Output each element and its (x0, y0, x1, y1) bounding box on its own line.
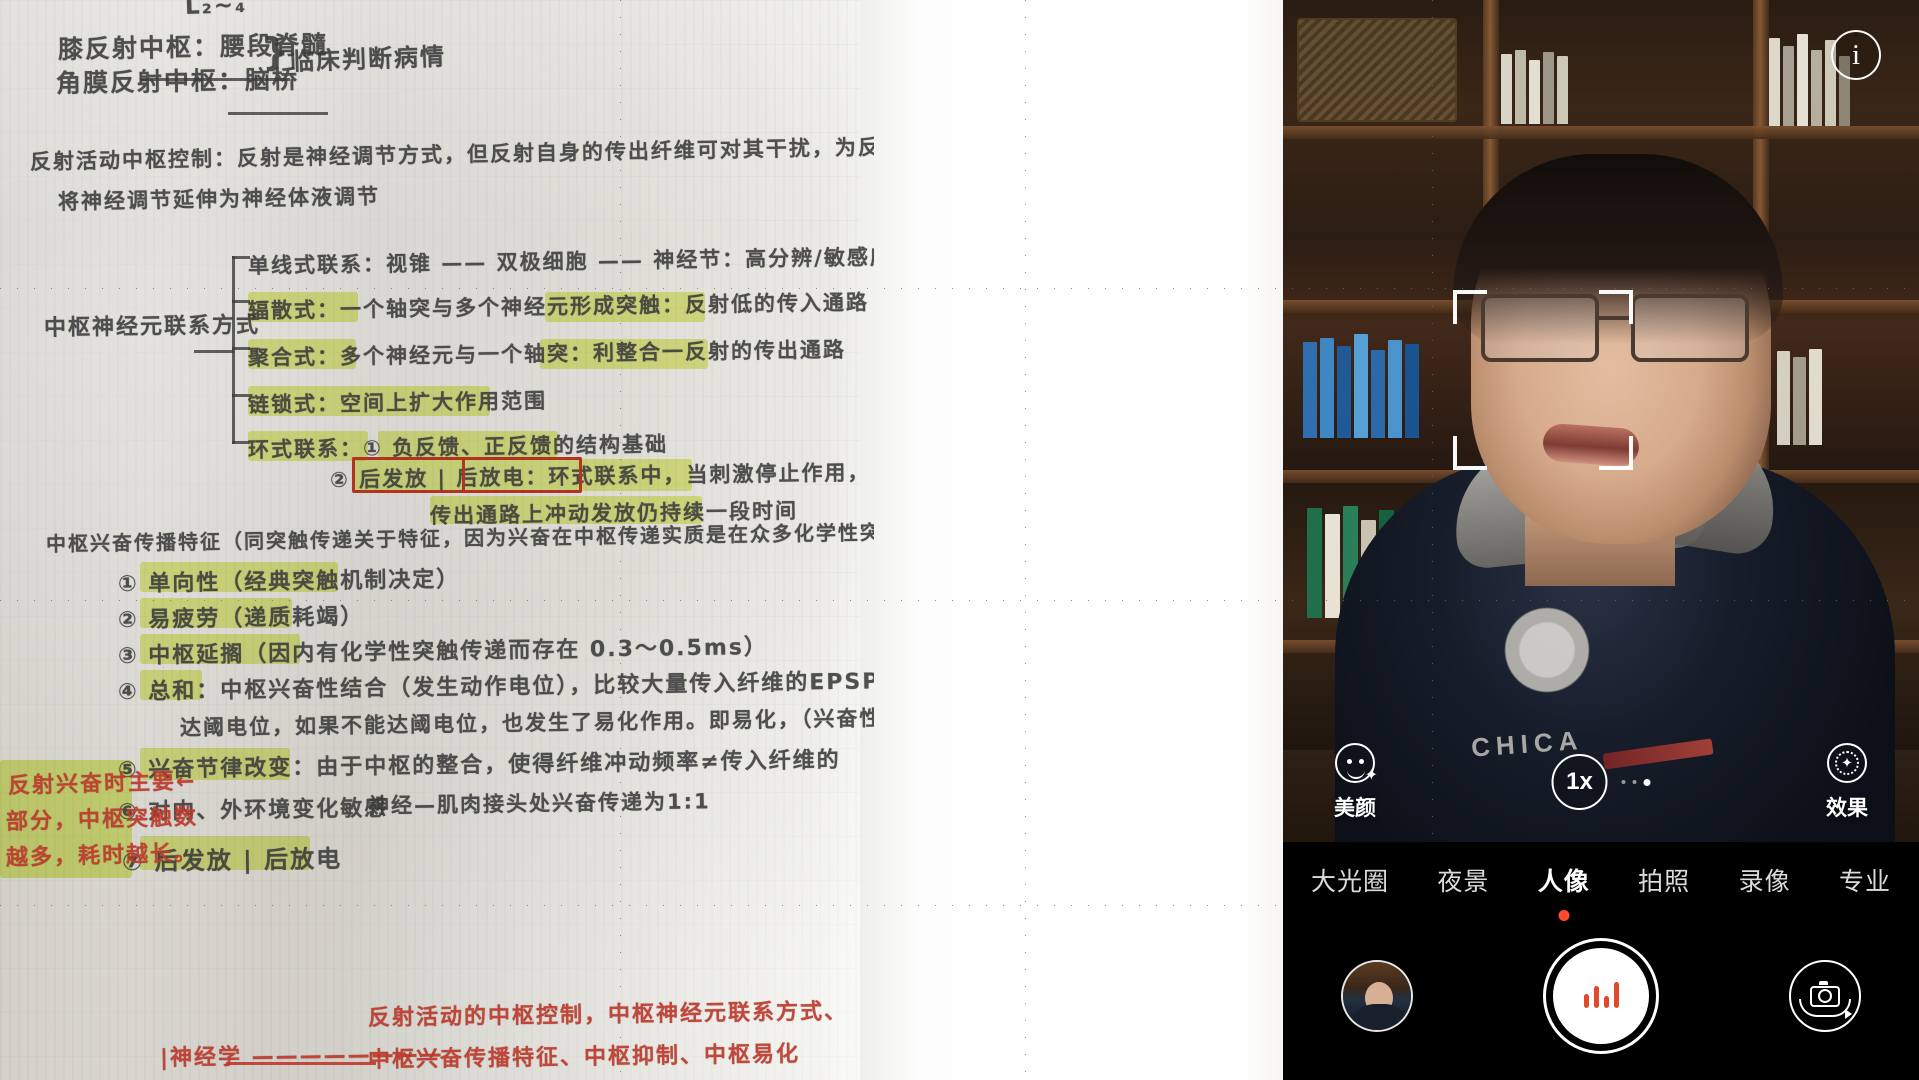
shutter-row (1283, 926, 1919, 1066)
handwriting-line: 临床判断病情 (289, 42, 447, 76)
handwriting-line: 反射活动中枢控制：反射是神经调节方式，但反射自身的传出纤维可对其干扰，为反映 (29, 134, 874, 174)
book-row (1501, 46, 1568, 124)
mode-tab[interactable]: 夜景 (1435, 856, 1491, 904)
handwriting-line: 反射活动的中枢控制，中枢神经元联系方式、 (367, 999, 849, 1031)
handwriting-line: 反射兴奋时主要← (7, 769, 197, 799)
mode-tab[interactable]: 人像 (1536, 856, 1592, 904)
overexposed-paper-area (860, 0, 1290, 1080)
beauty-label: 美颜 (1334, 796, 1376, 820)
handwriting-line: } (261, 29, 292, 74)
ink-rule (226, 1062, 376, 1065)
ink-rule (194, 350, 234, 353)
handwriting-line: L₂~₄ (184, 0, 248, 20)
quick-controls-row: ✦ 美颜 1x 效果 (1283, 722, 1919, 842)
effects-sparkle-icon (1827, 742, 1867, 783)
ink-rule (232, 441, 250, 444)
gallery-thumbnail-button[interactable] (1341, 960, 1413, 1032)
ink-rule (228, 112, 328, 115)
beauty-face-icon: ✦ (1335, 742, 1378, 783)
mode-tab[interactable]: 录像 (1737, 856, 1793, 904)
shutter-bar (1593, 986, 1599, 1008)
handwriting-line: |神经学 ———————— (159, 1042, 444, 1071)
mode-tab[interactable]: 拍照 (1636, 856, 1692, 904)
red-annotation-box (352, 457, 582, 493)
handwriting-line: 链锁式：空间上扩大作用范围 (247, 388, 548, 417)
zoom-level-button[interactable]: 1x (1551, 754, 1608, 810)
zoom-control[interactable]: 1x (1551, 754, 1651, 810)
flip-camera-button[interactable] (1789, 960, 1861, 1032)
handwriting-line: 单线式联系：视锥 —— 双极细胞 —— 神经节：高分辨/敏感度高 (247, 244, 874, 278)
handwriting-line: 神经—肌肉接头处兴奋传递为1:1 (367, 789, 711, 818)
handwriting-line: 部分，中枢突触数 (5, 804, 199, 835)
handwriting-line: 中枢神经元联系方式 (43, 312, 261, 341)
handwriting-line: ④ 总和：中枢兴奋性结合（发生动作电位），比较大量传入纤维的EPSP总和 (117, 668, 874, 705)
handwriting-line: 达阈电位，如果不能达阈电位，也发生了易化作用。即易化，（兴奋性↑） (179, 705, 874, 740)
effects-button[interactable]: 效果 (1801, 742, 1893, 822)
handwriting-line: 越多，耗时越长。 (5, 840, 199, 871)
zoom-step-dots[interactable] (1621, 778, 1651, 786)
ink-rule (232, 394, 250, 397)
face-detection-box (1453, 290, 1633, 470)
chest-logo (1487, 596, 1607, 716)
beauty-button[interactable]: ✦ 美颜 (1309, 742, 1401, 822)
ink-rule (140, 78, 290, 81)
shutter-bar (1603, 996, 1609, 1008)
woven-basket (1297, 18, 1457, 122)
camera-app-screen: 膝反射中枢：腰段脊髓 L₂~₄ 角膜反射中枢：脑桥} 临床判断病情 反射活动中枢控制：反… (0, 0, 1919, 1080)
mode-tab[interactable]: 大光圈 (1309, 856, 1391, 904)
handwriting-line: ① 单向性（经典突触机制决定） (117, 567, 461, 597)
ink-rule (232, 256, 250, 259)
ink-rule (232, 347, 250, 350)
mode-tabs: 大光圈 夜景 人像 拍照 录像 专业 (1283, 856, 1919, 904)
handwriting-line: 将神经调节延伸为神经体液调节 (57, 184, 381, 214)
ink-rule (232, 300, 250, 303)
shutter-bar (1613, 982, 1619, 1008)
handwritten-notes-layer: 膝反射中枢：腰段脊髓 L₂~₄ 角膜反射中枢：脑桥} 临床判断病情 反射活动中枢控制：反… (0, 0, 874, 1080)
mode-tab[interactable]: 专业 (1837, 856, 1893, 904)
camera-control-bar: 大光圈 夜景 人像 拍照 录像 专业 (1283, 842, 1919, 1080)
info-icon[interactable]: i (1831, 30, 1881, 80)
shutter-button[interactable] (1543, 938, 1659, 1054)
effects-label: 效果 (1826, 796, 1868, 820)
shutter-bar (1583, 994, 1589, 1008)
handwriting-line: ② 易疲劳（递质耗竭） (117, 604, 365, 633)
flip-arrows-icon (1799, 999, 1852, 1019)
shutter-audio-bars (1553, 948, 1649, 1044)
